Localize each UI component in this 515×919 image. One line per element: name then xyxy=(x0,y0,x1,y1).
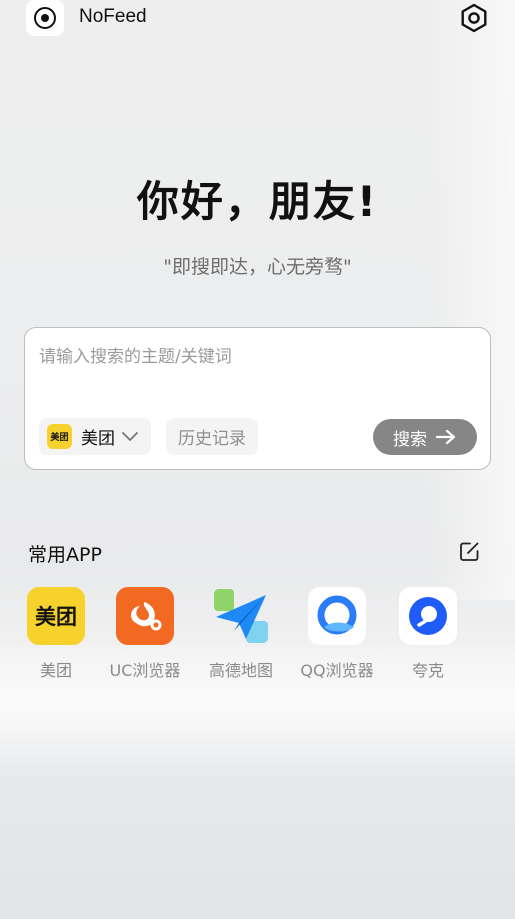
background-highlight xyxy=(425,0,515,600)
quark-icon xyxy=(399,587,457,645)
edit-icon[interactable] xyxy=(459,541,480,562)
uc-squirrel-icon xyxy=(116,587,174,645)
search-engine-selector[interactable]: 美团 美团 xyxy=(39,418,151,455)
app-label: QQ浏览器 xyxy=(300,661,374,680)
chevron-down-icon xyxy=(122,431,138,441)
slogan-text: "即搜即达，心无旁骛" xyxy=(163,256,352,278)
greeting-heading: 你好，朋友! xyxy=(136,177,379,226)
settings-icon[interactable] xyxy=(458,2,490,34)
meituan-icon: 美团 xyxy=(27,587,85,645)
paper-plane-icon xyxy=(212,587,270,645)
app-label: 美团 xyxy=(39,661,72,680)
app-amap[interactable]: 高德地图 xyxy=(193,587,289,681)
app-title: NoFeed xyxy=(79,6,147,27)
app-label: 夸克 xyxy=(411,661,444,680)
meituan-icon: 美团 xyxy=(47,424,72,449)
common-apps-title: 常用APP xyxy=(28,544,102,566)
qq-browser-icon xyxy=(308,587,366,645)
app-label: 高德地图 xyxy=(208,661,273,680)
app-quark[interactable]: 夸克 xyxy=(380,587,476,681)
arrow-right-icon xyxy=(435,429,456,445)
search-input[interactable] xyxy=(39,342,469,372)
search-engine-label: 美团 xyxy=(81,429,115,449)
app-uc-browser[interactable]: UC浏览器 xyxy=(97,587,193,681)
top-bar: NoFeed xyxy=(0,0,515,40)
app-qq-browser[interactable]: QQ浏览器 xyxy=(289,587,385,681)
search-button[interactable]: 搜索 xyxy=(373,419,477,455)
target-dot-icon xyxy=(34,7,56,29)
search-box: 美团 美团 历史记录 搜索 xyxy=(24,327,491,470)
app-logo xyxy=(26,0,64,36)
search-button-label: 搜索 xyxy=(393,429,427,450)
common-apps-list: 美团 美团 UC浏览器 高德地图 QQ浏览器 夸克 xyxy=(0,587,515,687)
history-button[interactable]: 历史记录 xyxy=(166,418,258,455)
app-meituan[interactable]: 美团 美团 xyxy=(8,587,104,681)
app-label: UC浏览器 xyxy=(109,661,181,680)
